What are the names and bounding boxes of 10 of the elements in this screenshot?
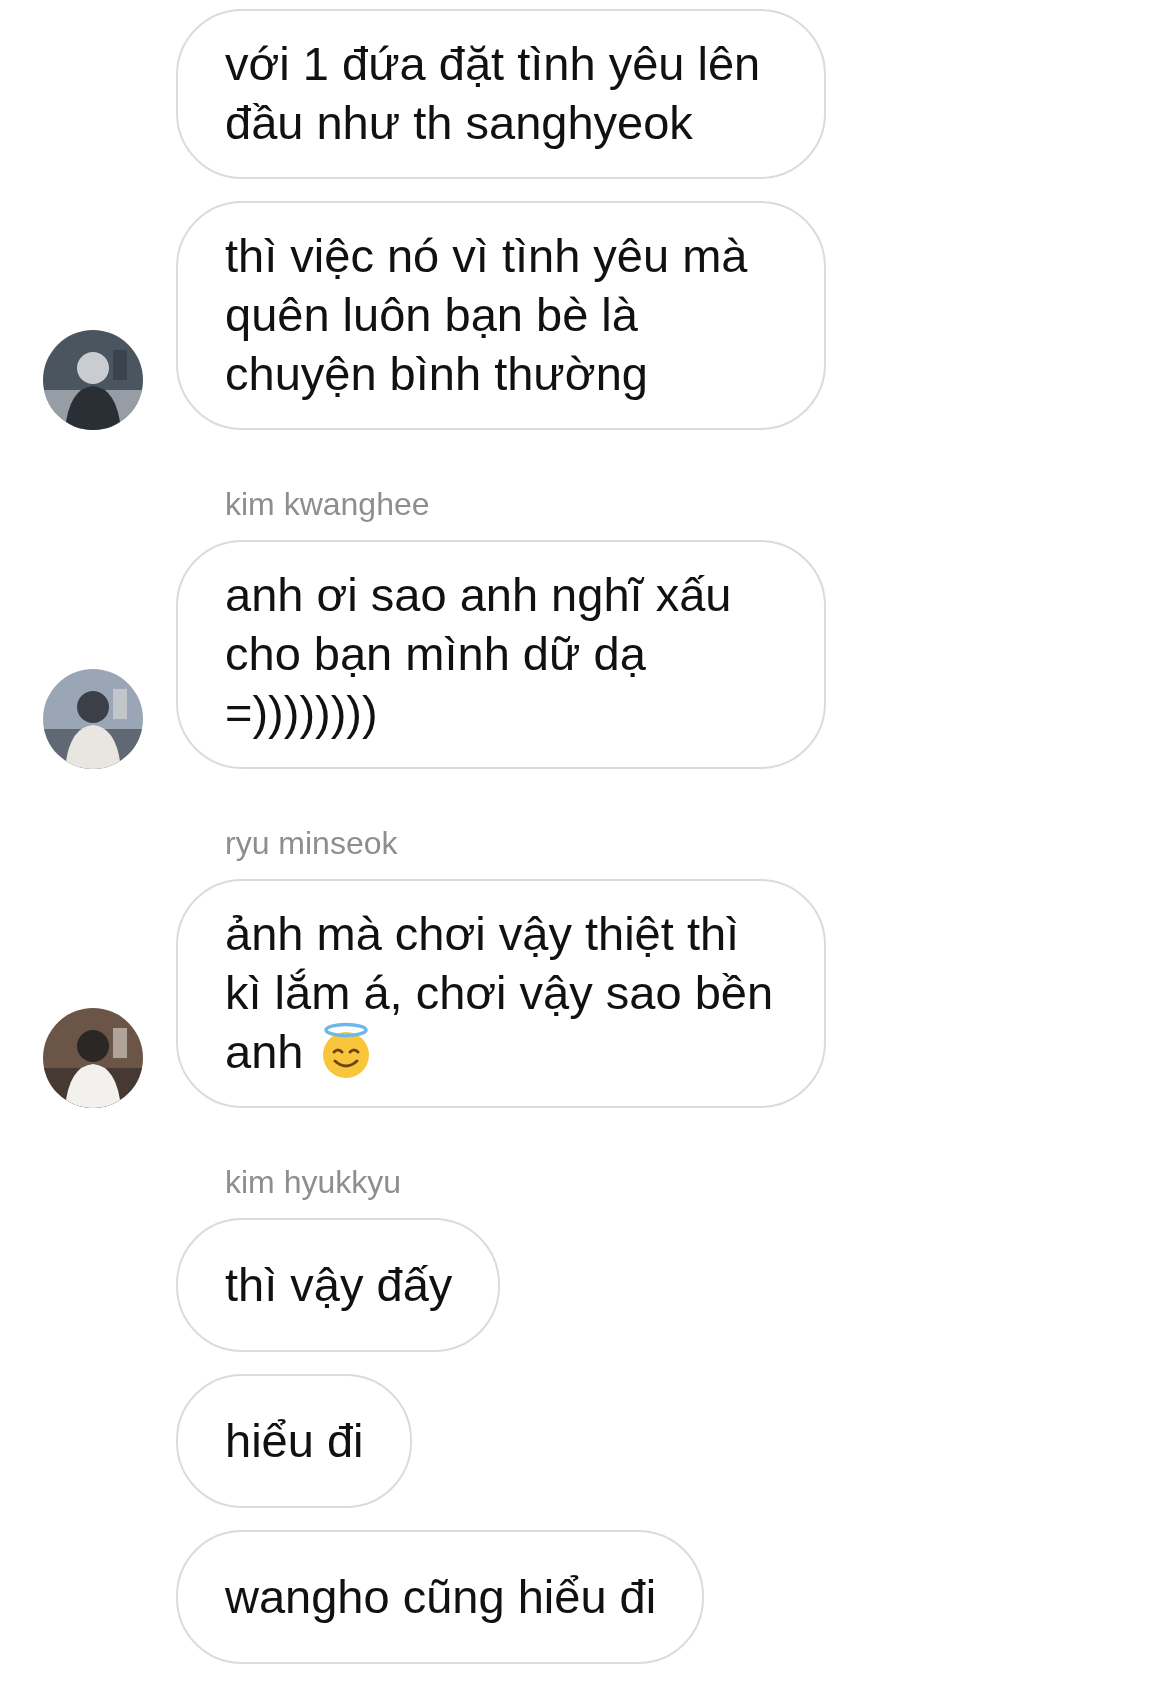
sender-name: kim kwanghee bbox=[224, 486, 430, 522]
message-bubble: wangho cũng hiểu đi bbox=[176, 1530, 705, 1664]
message-bubble: anh ơi sao anh nghĩ xấu cho bạn mình dữ dạ =)))))))) bbox=[176, 540, 826, 769]
sender-name: ryu minseok bbox=[224, 825, 398, 861]
sender-name: kim hyukkyu bbox=[224, 1164, 402, 1200]
message-bubble: với 1 đứa đặt tình yêu lên đầu như th sanghyeok bbox=[176, 9, 826, 179]
message-bubble: thì vậy đấy bbox=[176, 1218, 501, 1352]
message-bubble: hiểu đi bbox=[176, 1374, 412, 1508]
message-bubble: thì việc nó vì tình yêu mà quên luôn bạn bè là chuyện bình thường bbox=[176, 201, 826, 430]
message-bubble: ảnh mà chơi vậy thiệt thì kì lắm á, chơi vậy sao bền anh bbox=[176, 879, 826, 1108]
